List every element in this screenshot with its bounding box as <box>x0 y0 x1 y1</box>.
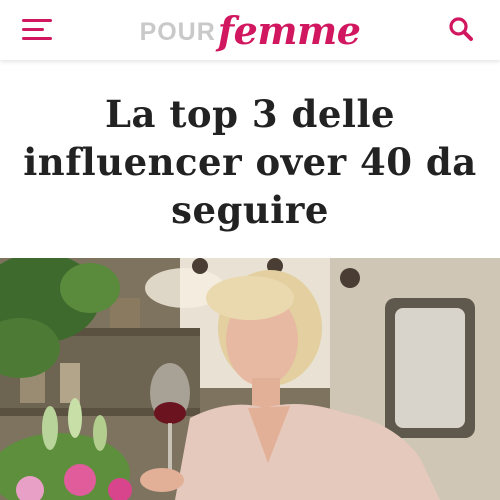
site-header: POUR femme <box>0 0 500 60</box>
article-header: La top 3 delle influencer over 40 da seg… <box>0 60 500 258</box>
site-logo[interactable]: POUR femme <box>0 0 500 60</box>
logo-femme-text: femme <box>217 7 361 53</box>
search-icon[interactable] <box>448 16 474 42</box>
article-hero-image[interactable] <box>0 258 500 500</box>
article-title: La top 3 delle influencer over 40 da seg… <box>23 92 477 232</box>
logo-pour-text: POUR <box>139 17 216 46</box>
hamburger-menu-icon[interactable] <box>22 14 56 44</box>
